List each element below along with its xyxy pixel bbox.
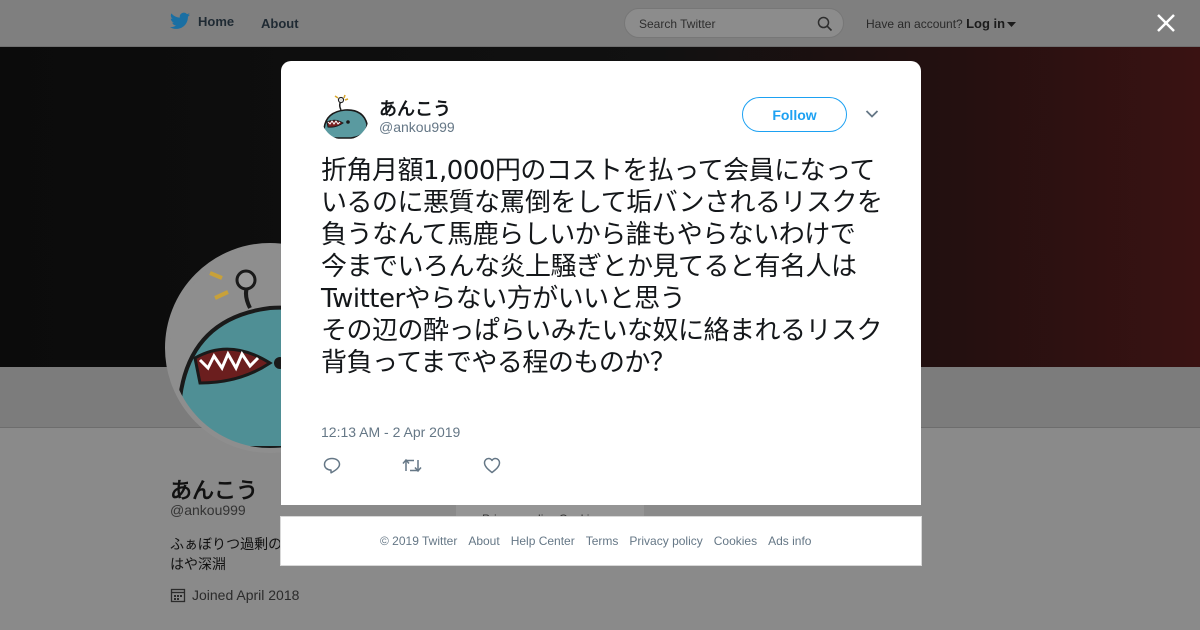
tweet-author-handle[interactable]: @ankou999 <box>379 119 455 135</box>
profile-bio: ふぁぼりつ過剰の はや深淵 <box>170 536 283 572</box>
tweet-text: 折角月額1,000円のコストを払って会員になっているのに悪質な罵倒をして垢バンさ… <box>321 156 883 378</box>
profile-name: あんこう <box>170 478 259 503</box>
anglerfish-avatar-image <box>321 92 369 140</box>
chevron-down-icon[interactable] <box>865 109 879 119</box>
profile-handle: @ankou999 <box>170 502 246 518</box>
account-prompt: Have an account? <box>866 17 963 31</box>
footer-link-cookies[interactable]: Cookies <box>714 534 757 548</box>
twitter-bird-icon <box>170 12 190 29</box>
footer-link-privacy-policy[interactable]: Privacy policy <box>629 534 702 548</box>
login-label: Log in <box>966 16 1006 31</box>
login-link[interactable]: Log in <box>966 16 1017 31</box>
tweet-modal: あんこう @ankou999 Follow 折角月額1,000円のコストを払って… <box>281 61 921 505</box>
tweet-author-avatar[interactable] <box>321 92 369 140</box>
footer-link-ads-info[interactable]: Ads info <box>768 534 811 548</box>
retweet-icon[interactable] <box>402 457 422 474</box>
close-icon[interactable] <box>1155 12 1177 34</box>
search-input[interactable] <box>637 15 811 33</box>
footer-link-about[interactable]: About <box>468 534 499 548</box>
search-icon[interactable] <box>817 16 833 32</box>
like-icon[interactable] <box>483 457 501 474</box>
footer-link-help-center[interactable]: Help Center <box>511 534 575 548</box>
profile-joined: Joined April 2018 <box>170 587 299 603</box>
account-area: Have an account? Log in <box>866 16 1017 31</box>
search-box[interactable] <box>624 8 844 38</box>
footer-link-terms[interactable]: Terms <box>586 534 619 548</box>
nav-home-label: Home <box>198 13 235 29</box>
nav-about-link[interactable]: About <box>261 16 299 31</box>
follow-button[interactable]: Follow <box>742 97 847 132</box>
calendar-icon <box>170 588 186 603</box>
tweet-author-name[interactable]: あんこう <box>379 95 451 121</box>
tweet-timestamp[interactable]: 12:13 AM - 2 Apr 2019 <box>321 424 460 440</box>
modal-footer: © 2019 Twitter About Help Center Terms P… <box>280 516 922 566</box>
top-navigation-bar: Home About Have an account? Log in <box>0 0 1200 47</box>
caret-down-icon <box>1007 21 1017 27</box>
reply-icon[interactable] <box>323 457 341 474</box>
footer-copyright: © 2019 Twitter <box>380 534 458 548</box>
joined-label: Joined April 2018 <box>192 587 300 603</box>
nav-home-link[interactable]: Home <box>170 12 234 30</box>
